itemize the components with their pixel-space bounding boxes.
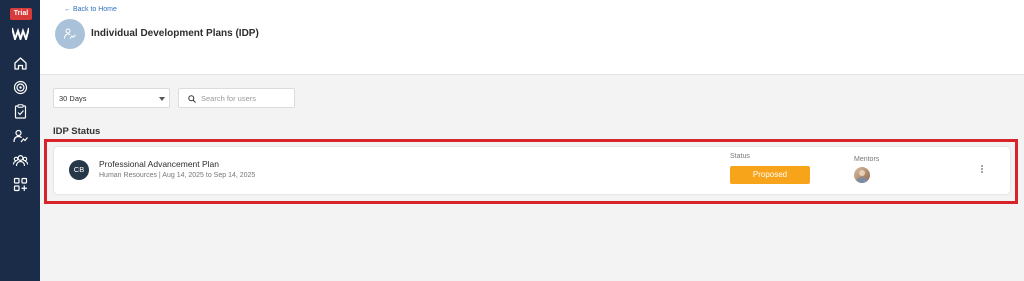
team-icon[interactable] [12, 152, 29, 169]
chevron-down-icon [159, 97, 165, 101]
user-search [178, 88, 295, 108]
status-label: Status [730, 153, 750, 160]
search-icon [188, 95, 196, 103]
mentors-label: Mentors [854, 156, 880, 163]
user-growth-icon[interactable] [12, 128, 29, 145]
period-select[interactable]: 30 Days [53, 88, 170, 108]
owner-avatar: CB [69, 160, 89, 180]
mentor-avatar[interactable] [854, 167, 870, 183]
page-header: ← Back to Home Individual Development Pl… [40, 0, 1024, 75]
period-select-value: 30 Days [59, 94, 87, 103]
search-input[interactable] [201, 92, 291, 105]
apps-add-icon[interactable] [12, 176, 29, 193]
target-icon[interactable] [12, 79, 29, 96]
logo-icon[interactable] [11, 27, 30, 43]
idp-header-icon [55, 19, 85, 49]
trial-badge: Trial [10, 8, 32, 20]
home-icon[interactable] [12, 55, 29, 72]
status-badge: Proposed [730, 166, 810, 184]
plan-meta: Human Resources | Aug 14, 2025 to Sep 14… [99, 172, 256, 179]
section-title: IDP Status [53, 126, 101, 137]
more-options-icon[interactable] [978, 164, 986, 176]
idp-card[interactable]: CB Professional Advancement Plan Human R… [54, 147, 1010, 194]
back-to-home-link[interactable]: ← Back to Home [64, 6, 117, 13]
user-growth-icon [64, 28, 76, 39]
clipboard-check-icon[interactable] [12, 103, 29, 120]
page-title: Individual Development Plans (IDP) [91, 28, 259, 39]
plan-name: Professional Advancement Plan [99, 159, 220, 169]
sidebar: Trial [0, 0, 40, 281]
